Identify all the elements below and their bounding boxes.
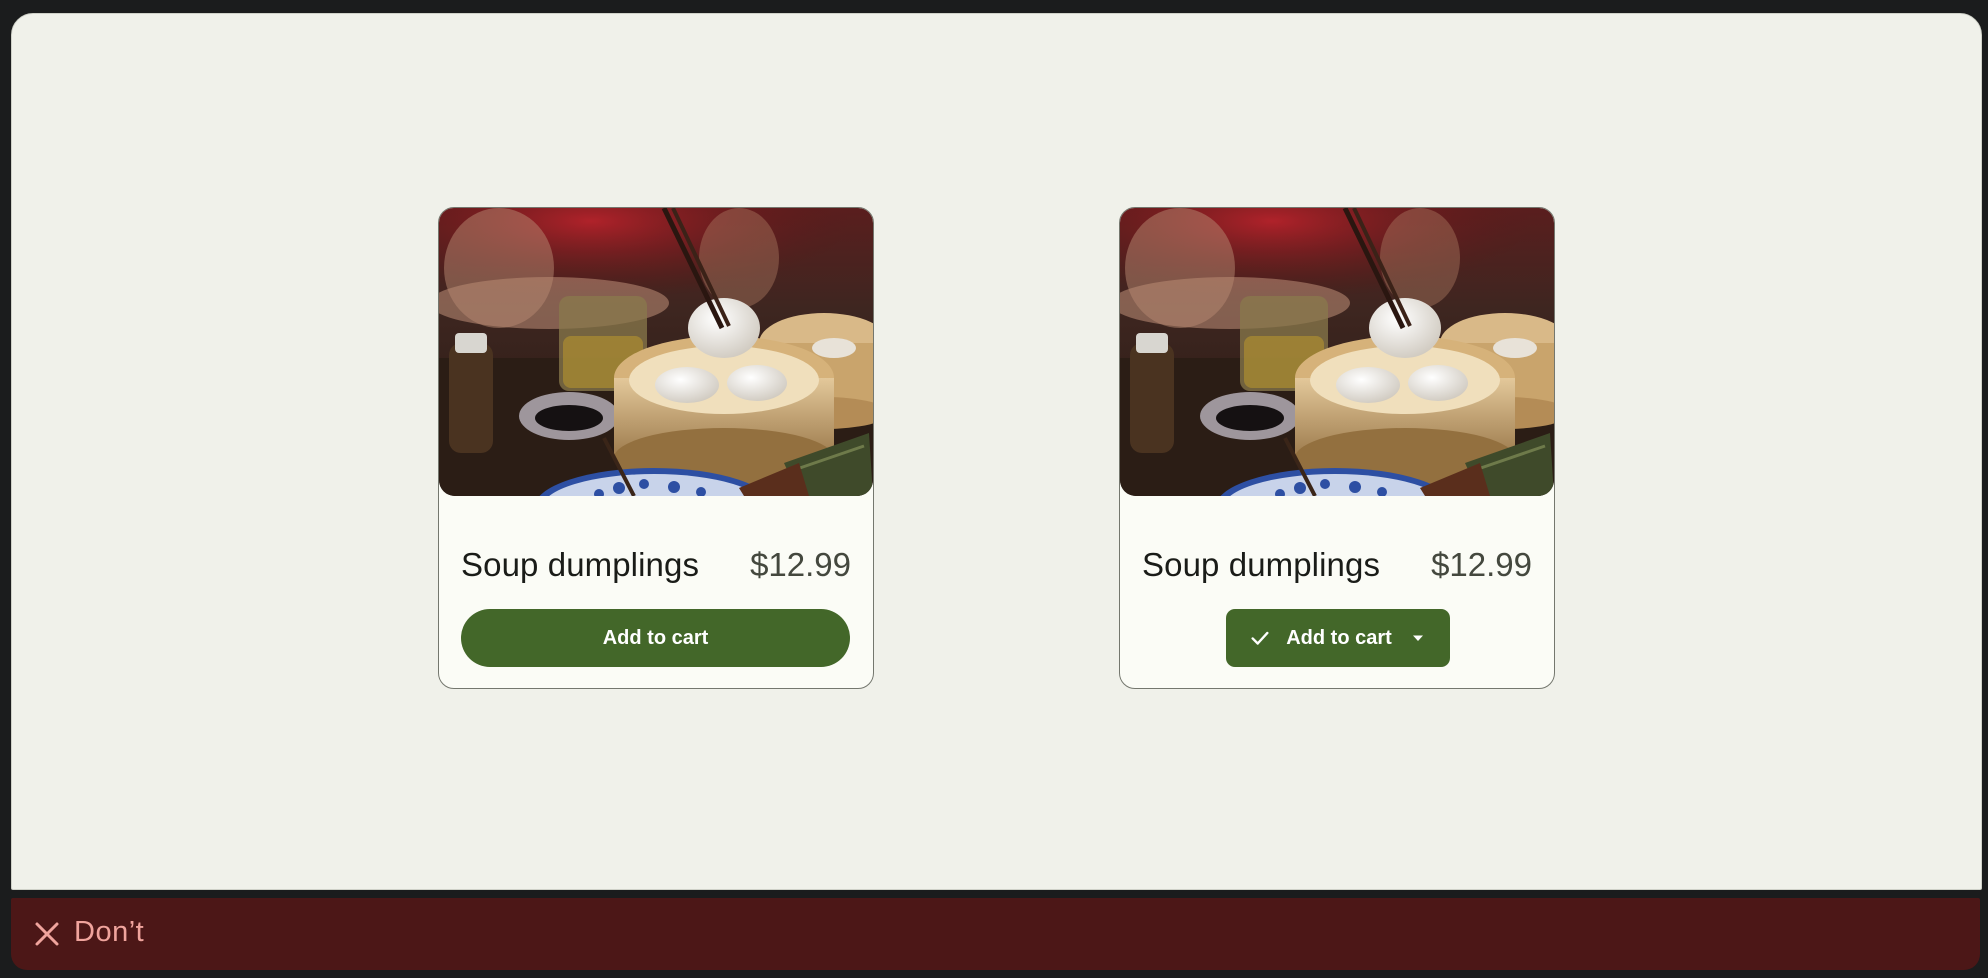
product-image [439,208,873,496]
dont-banner: Don’t [11,898,1980,970]
example-canvas: Soup dumplings $12.99 Add to cart Soup d… [11,13,1982,890]
product-title: Soup dumplings [1142,546,1381,583]
product-price: $12.99 [1431,546,1532,583]
product-image [1120,208,1554,496]
close-icon [33,920,61,948]
add-to-cart-split-button[interactable]: Add to cart [1226,609,1450,667]
check-icon [1248,626,1272,650]
product-title: Soup dumplings [461,546,700,583]
add-to-cart-label: Add to cart [1286,626,1392,649]
product-card: Soup dumplings $12.99 Add to cart [1119,207,1555,689]
product-price: $12.99 [750,546,851,583]
caret-down-icon[interactable] [1408,628,1428,648]
add-to-cart-button[interactable]: Add to cart [461,609,850,667]
product-card: Soup dumplings $12.99 Add to cart [438,207,874,689]
banner-label: Don’t [74,916,145,948]
